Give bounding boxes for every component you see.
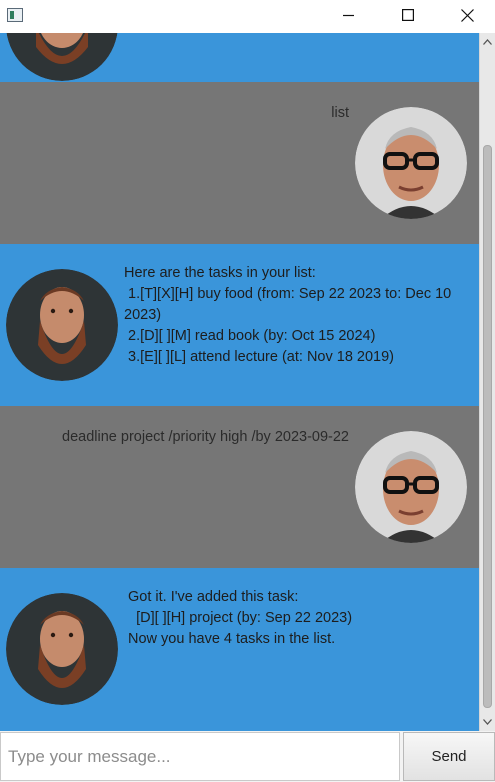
scrollbar-thumb[interactable]: [483, 145, 492, 708]
maximize-icon: [402, 9, 414, 21]
title-bar: [0, 0, 495, 33]
scroll-up-button[interactable]: [480, 35, 495, 49]
scroll-down-button[interactable]: [480, 715, 495, 729]
dialog-box-user: deadline project /priority high /by 2023…: [0, 406, 479, 568]
glasses-man-avatar: [355, 431, 467, 543]
maximize-button[interactable]: [385, 0, 431, 30]
bearded-man-avatar: [6, 269, 118, 381]
message-text: list: [331, 105, 349, 121]
app-icon: [7, 8, 23, 22]
chevron-down-icon: [483, 719, 492, 725]
dialog-box-bot: [0, 33, 479, 82]
bearded-man-avatar: [6, 33, 118, 81]
dialog-box-bot: Here are the tasks in your list: 1.[T][X…: [0, 244, 479, 406]
app-window: list Here are the tasks in your list: 1.…: [0, 0, 495, 782]
minimize-button[interactable]: [326, 0, 372, 30]
chevron-up-icon: [483, 39, 492, 45]
minimize-icon: [343, 14, 354, 17]
message-text: Got it. I've added this task: [D][ ][H] …: [128, 589, 353, 647]
glasses-man-avatar: [355, 107, 467, 219]
chat-scroll-area[interactable]: list Here are the tasks in your list: 1.…: [0, 33, 479, 731]
close-button[interactable]: [444, 0, 490, 30]
input-row: Send: [0, 731, 495, 782]
message-text: Here are the tasks in your list: 1.[T][X…: [124, 265, 452, 365]
send-button[interactable]: Send: [403, 732, 495, 781]
message-input[interactable]: [0, 732, 400, 781]
dialog-box-bot: Got it. I've added this task: [D][ ][H] …: [0, 568, 479, 731]
dialog-box-user: list: [0, 82, 479, 244]
bearded-man-avatar: [6, 593, 118, 705]
message-text: deadline project /priority high /by 2023…: [62, 429, 349, 445]
vertical-scrollbar[interactable]: [479, 33, 495, 731]
close-icon: [460, 8, 474, 22]
